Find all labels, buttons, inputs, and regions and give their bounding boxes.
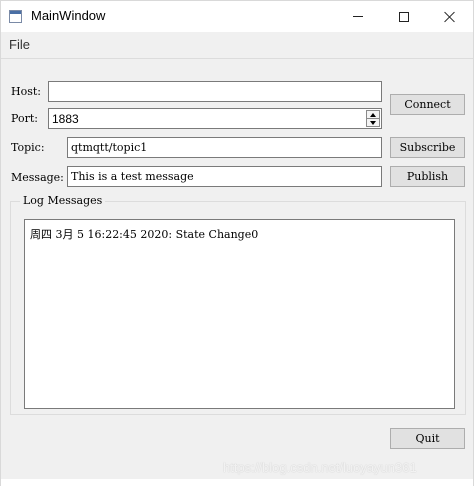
maximize-icon bbox=[399, 11, 409, 22]
port-value: 1883 bbox=[52, 112, 79, 126]
host-input[interactable] bbox=[48, 81, 382, 102]
subscribe-button[interactable]: Subscribe bbox=[390, 137, 465, 158]
title-bar[interactable]: MainWindow bbox=[1, 1, 473, 32]
topic-label: Topic: bbox=[11, 141, 45, 154]
app-window-icon bbox=[9, 10, 22, 23]
main-window: MainWindow File Host: Connect Port: 1883… bbox=[0, 0, 474, 486]
publish-button[interactable]: Publish bbox=[390, 166, 465, 187]
spin-down-button[interactable] bbox=[367, 119, 379, 127]
menu-bar: File bbox=[1, 32, 473, 58]
log-group-title: Log Messages bbox=[20, 194, 106, 207]
minimize-button[interactable] bbox=[335, 1, 381, 32]
menu-file[interactable]: File bbox=[9, 37, 30, 52]
maximize-button[interactable] bbox=[381, 1, 427, 32]
log-text-area[interactable]: 周四 3月 5 16:22:45 2020: State Change0 bbox=[24, 219, 455, 409]
watermark-text: https://blog.csdn.net/luoyayun361 bbox=[223, 460, 417, 475]
quit-button[interactable]: Quit bbox=[390, 428, 465, 449]
topic-input[interactable]: qtmqtt/topic1 bbox=[67, 137, 382, 158]
connect-button[interactable]: Connect bbox=[390, 94, 465, 115]
port-spinbox[interactable]: 1883 bbox=[48, 108, 382, 129]
message-input[interactable]: This is a test message bbox=[67, 166, 382, 187]
close-icon bbox=[444, 11, 456, 23]
bottom-strip bbox=[1, 479, 473, 486]
host-label: Host: bbox=[11, 85, 41, 98]
log-line: 周四 3月 5 16:22:45 2020: State Change0 bbox=[30, 228, 259, 241]
menu-separator bbox=[1, 58, 473, 59]
arrow-down-icon bbox=[370, 121, 376, 125]
spin-up-button[interactable] bbox=[367, 111, 379, 119]
window-title: MainWindow bbox=[31, 8, 106, 23]
port-label: Port: bbox=[11, 112, 38, 125]
minimize-icon bbox=[353, 16, 363, 17]
close-button[interactable] bbox=[427, 1, 473, 32]
arrow-up-icon bbox=[370, 112, 376, 117]
port-stepper[interactable] bbox=[366, 110, 380, 127]
message-label: Message: bbox=[11, 171, 64, 184]
